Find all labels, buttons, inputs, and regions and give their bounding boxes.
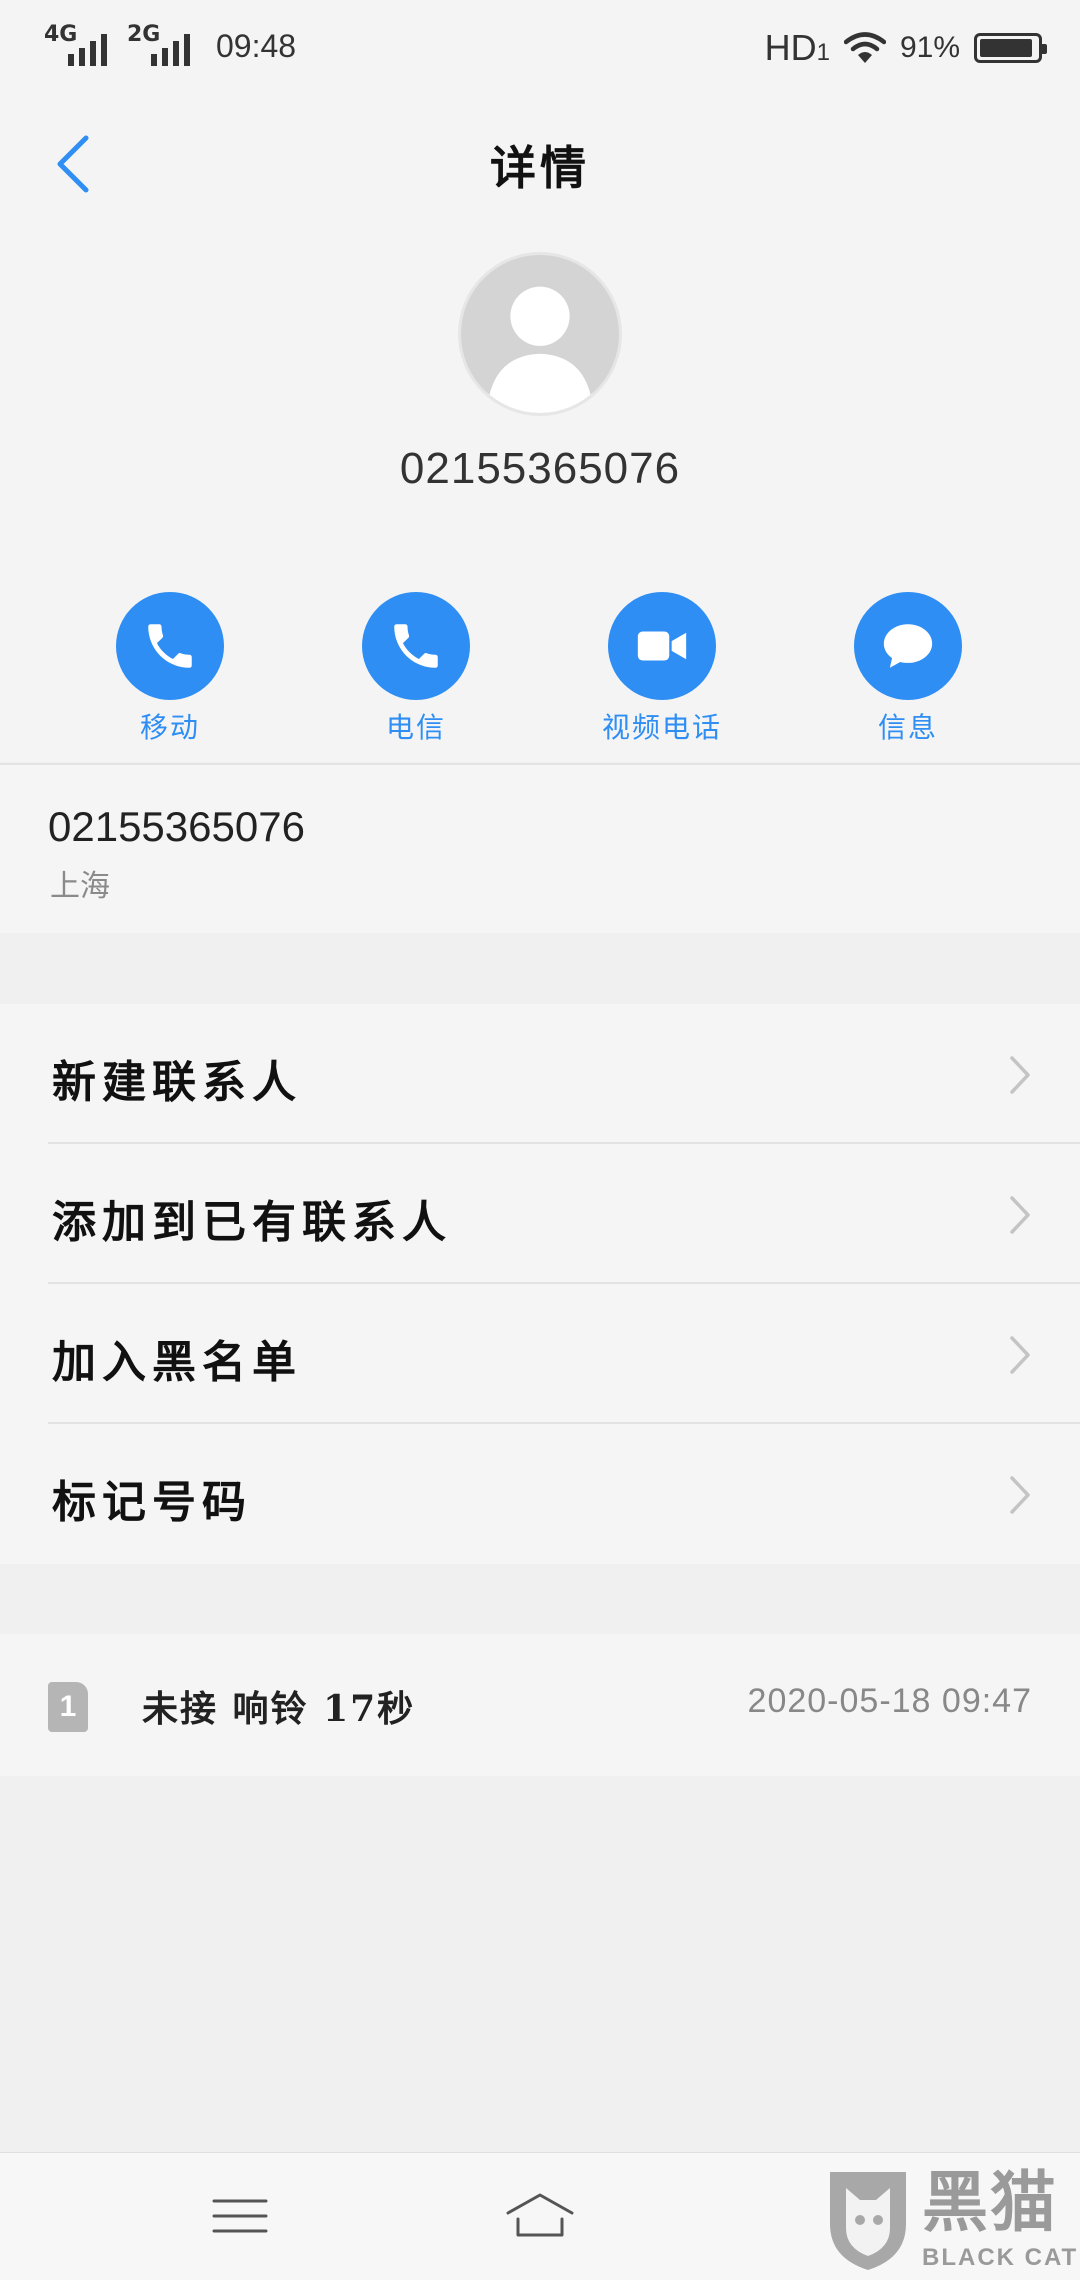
call-status: 未接 响铃 17秒 bbox=[142, 1688, 416, 1730]
status-bar: 4G 2G 09:48 HD1 91% bbox=[0, 0, 1080, 96]
hd-label: HD bbox=[764, 27, 817, 68]
watermark-subtext: BLACK CAT bbox=[922, 2244, 1079, 2271]
add-to-existing-contact-item[interactable]: 添加到已有联系人 bbox=[0, 1144, 1080, 1284]
chevron-right-icon bbox=[1010, 1196, 1030, 1234]
action-label: 电信 bbox=[385, 711, 446, 744]
page-title: 详情 bbox=[490, 141, 590, 195]
action-label: 信息 bbox=[877, 711, 938, 744]
menu-item-label: 添加到已有联系人 bbox=[52, 1197, 452, 1248]
black-cat-logo-icon bbox=[830, 2172, 906, 2270]
avatar[interactable] bbox=[458, 252, 622, 416]
phone-number-row[interactable]: 02155365076 上海 bbox=[0, 763, 1080, 933]
call-datetime: 2020-05-18 09:47 bbox=[747, 1682, 1032, 1720]
phone-icon bbox=[116, 592, 224, 700]
battery-percentage: 91% bbox=[899, 31, 960, 64]
home-icon bbox=[506, 2193, 574, 2237]
phone-icon bbox=[362, 592, 470, 700]
new-contact-item[interactable]: 新建联系人 bbox=[0, 1004, 1080, 1144]
signal-4g-icon: 4G bbox=[44, 22, 107, 66]
action-label: 移动 bbox=[139, 711, 200, 744]
video-call-button[interactable]: 视频电话 bbox=[562, 592, 762, 746]
signal-2g-icon: 2G bbox=[127, 22, 190, 66]
call-mobile-button[interactable]: 移动 bbox=[70, 592, 270, 746]
battery-icon bbox=[974, 33, 1047, 63]
chevron-right-icon bbox=[1010, 1476, 1030, 1514]
message-button[interactable]: 信息 bbox=[808, 592, 1008, 746]
action-label: 视频电话 bbox=[601, 711, 722, 744]
black-cat-watermark: 黑猫 BLACK CAT bbox=[804, 2160, 1080, 2280]
menu-nav-button[interactable] bbox=[200, 2181, 280, 2251]
network-type-label: 2G bbox=[127, 22, 161, 47]
video-camera-icon bbox=[608, 592, 716, 700]
menu-item-label: 加入黑名单 bbox=[52, 1337, 302, 1388]
mark-number-item[interactable]: 标记号码 bbox=[0, 1424, 1080, 1564]
options-menu: 新建联系人 添加到已有联系人 加入黑名单 标记号码 bbox=[0, 1004, 1080, 1564]
contact-detail-screen: 4G 2G 09:48 HD1 91% 详情 02155365076 移动 电信… bbox=[0, 0, 1080, 2280]
call-log-entry[interactable]: 1 未接 响铃 17秒 2020-05-18 09:47 bbox=[0, 1634, 1080, 1776]
home-nav-button[interactable] bbox=[500, 2181, 580, 2251]
menu-item-label: 新建联系人 bbox=[52, 1057, 302, 1108]
status-time: 09:48 bbox=[216, 27, 297, 64]
message-bubble-icon bbox=[854, 592, 962, 700]
network-type-label: 4G bbox=[44, 22, 78, 47]
chevron-right-icon bbox=[1010, 1056, 1030, 1094]
status-right: HD1 91% bbox=[765, 22, 1047, 74]
call-telecom-button[interactable]: 电信 bbox=[316, 592, 516, 746]
add-to-blacklist-item[interactable]: 加入黑名单 bbox=[0, 1284, 1080, 1424]
sim-card-icon: 1 bbox=[48, 1682, 88, 1732]
hamburger-menu-icon bbox=[212, 2199, 268, 2233]
wifi-icon bbox=[843, 32, 886, 63]
chevron-right-icon bbox=[1010, 1336, 1030, 1374]
phone-number: 02155365076 bbox=[48, 803, 305, 850]
status-left: 4G 2G 09:48 bbox=[44, 22, 296, 70]
contact-summary: 02155365076 移动 电信 视频电话 信息 bbox=[0, 232, 1080, 762]
phone-location: 上海 bbox=[50, 869, 110, 904]
watermark-text: 黑猫 bbox=[922, 2164, 1058, 2241]
header: 详情 bbox=[0, 96, 1080, 232]
menu-item-label: 标记号码 bbox=[52, 1477, 252, 1528]
person-silhouette-icon bbox=[486, 286, 594, 413]
contact-name: 02155365076 bbox=[399, 444, 681, 493]
hd-sub-label: 1 bbox=[816, 39, 830, 66]
hd-indicator: HD1 bbox=[765, 27, 830, 69]
